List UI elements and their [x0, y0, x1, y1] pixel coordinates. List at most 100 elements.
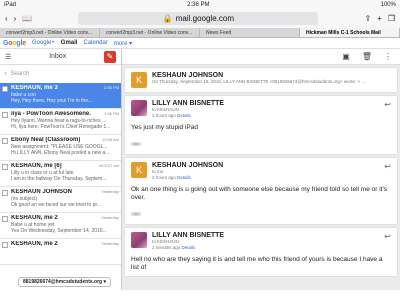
list-item[interactable]: KESHAUN, me 2 Yesterday — [0, 239, 121, 265]
search-icon: ⌕ — [4, 70, 8, 77]
item-sender: KESHAUN, me 3 — [11, 85, 58, 91]
message-time: 2 minutes ago — [152, 244, 181, 250]
clock: 2:36 PM — [187, 1, 210, 8]
tab-strip: convert2mp3.net - Online Video conv... c… — [0, 28, 400, 38]
google-logo: Google — [3, 39, 26, 47]
forward-icon[interactable]: › — [14, 14, 17, 23]
item-sender: KESHAUN, me [6] — [11, 163, 62, 169]
select-checkbox[interactable] — [2, 164, 8, 170]
browser-tab[interactable]: convert2mp3.net - Online Video conv... — [0, 28, 100, 37]
item-snippet: I am in the hallway On Thursday, Septem.… — [11, 176, 107, 182]
reply-icon[interactable]: ↩ — [384, 162, 391, 171]
trash-icon[interactable]: 🗑 — [362, 52, 372, 61]
message-sender: LILLY ANN BISNETTE — [152, 100, 225, 107]
browser-tab[interactable]: News Feed — [200, 28, 300, 37]
list-item[interactable]: KESHAUN, me 3 2:35 PM babe u coo Hey, Hey… — [0, 83, 121, 109]
avatar — [131, 100, 147, 116]
browser-tab[interactable]: convert2mp3.net - Online Video conv... — [100, 28, 200, 37]
pencil-icon: ✎ — [106, 52, 114, 61]
item-sender: KESHAUN JOHNSON — [11, 189, 73, 195]
message-sender: KESHAUN JOHNSON — [152, 72, 224, 79]
select-checkbox[interactable] — [2, 86, 8, 92]
google-bar: Google Google+ Gmail Calendar more ▾ — [0, 38, 400, 49]
search-input[interactable]: ⌕ Search — [4, 68, 117, 80]
message-card: LILLY ANN BISNETTE to KESHAUN 2 minutes … — [125, 228, 397, 276]
details-link[interactable]: Details — [177, 113, 191, 118]
thread-body: K KESHAUN JOHNSON On Thursday, September… — [122, 65, 400, 290]
message-list: KESHAUN, me 3 2:35 PM babe u coo Hey, Hey… — [0, 83, 121, 290]
inbox-title: Inbox — [49, 53, 67, 60]
details-link[interactable]: Details — [182, 245, 196, 250]
address-bar[interactable]: 🔒 mail.google.com — [78, 12, 319, 25]
more-link[interactable]: more ▾ — [114, 40, 132, 47]
tab-label: convert2mp3.net - Online Video conv... — [106, 29, 192, 36]
item-sender: Ebony Neal (Classroom) — [11, 137, 81, 143]
battery: 100% — [380, 1, 396, 8]
tab-label: News Feed — [206, 29, 232, 36]
item-date: Yesterday — [101, 215, 119, 220]
message-quote: On Thursday, September 15, 2016, LILLY A… — [152, 79, 365, 84]
message-sender: LILLY ANN BISNETTE — [152, 232, 225, 239]
list-item[interactable]: iiya - PowToon Awesomene. 1:36 PM Hey Ily… — [0, 109, 121, 135]
message-card: K KESHAUN JOHNSON On Thursday, September… — [125, 68, 397, 92]
archive-icon[interactable]: ▣ — [342, 52, 350, 61]
item-snippet: Hey, Hey there, Hey you! I'm in the... — [11, 98, 93, 104]
item-date: 1:36 PM — [104, 111, 119, 116]
item-sender: KESHAUN, me 2 — [11, 241, 58, 247]
list-item[interactable]: KESHAUN JOHNSON Yesterday (no subject) Ok… — [0, 187, 121, 213]
select-checkbox[interactable] — [2, 190, 8, 196]
compose-button[interactable]: ✎ — [104, 50, 116, 63]
item-date: Yesterday — [101, 241, 119, 246]
thread-pane: ▣ 🗑 ⋮ K KESHAUN JOHNSON On Thursday, Sep… — [122, 49, 400, 290]
message-time: 2 hours ago — [152, 174, 176, 180]
item-snippet: Yes On Wednesday, September 14, 2016... — [11, 228, 107, 234]
message-time: 2 hours ago — [152, 112, 176, 118]
menu-icon[interactable]: ☰ — [5, 53, 11, 61]
tab-label: convert2mp3.net - Online Video conv... — [6, 29, 92, 36]
message-body: Ok an one thing is u going out with some… — [131, 186, 387, 201]
thread-toolbar: ▣ 🗑 ⋮ — [122, 49, 400, 65]
list-item[interactable]: KESHAUN, me 2 Yesterday Babe u at home ye… — [0, 213, 121, 239]
show-trimmed-icon[interactable]: ••• — [131, 212, 141, 216]
browser-tab-active[interactable]: Hickman Mills C-1 Schools Mail — [300, 28, 400, 37]
message-card: LILLY ANN BISNETTE to KESHAUN 2 hours ag… — [125, 96, 397, 154]
avatar — [131, 232, 147, 248]
item-date: Yesterday — [101, 189, 119, 194]
new-tab-icon[interactable]: + — [377, 14, 382, 23]
select-checkbox[interactable] — [2, 112, 8, 118]
lock-icon: 🔒 — [162, 14, 173, 23]
gmail-link[interactable]: Gmail — [61, 40, 78, 46]
tabs-icon[interactable]: ❐ — [388, 14, 395, 23]
select-checkbox[interactable] — [2, 138, 8, 144]
list-item[interactable]: KESHAUN, me [6] 08 6:27 am Lilly u in cla… — [0, 161, 121, 187]
inbox-pane: ☰ Inbox ✎ ⌕ Search KESHAUN, me 3 2:35 PM … — [0, 49, 122, 290]
status-bar: iPad 2:36 PM 100% — [0, 0, 400, 9]
gmail-main: ☰ Inbox ✎ ⌕ Search KESHAUN, me 3 2:35 PM … — [0, 49, 400, 290]
details-link[interactable]: Details — [177, 175, 191, 180]
tab-label: Hickman Mills C-1 Schools Mail — [306, 29, 381, 36]
item-sender: KESHAUN, me 2 — [11, 215, 58, 221]
select-checkbox[interactable] — [2, 216, 8, 222]
back-icon[interactable]: ‹ — [5, 14, 8, 23]
gplus-link[interactable]: Google+ — [32, 40, 55, 46]
share-icon[interactable]: ⇪ — [364, 14, 371, 23]
avatar: K — [131, 72, 147, 88]
show-trimmed-icon[interactable]: ••• — [131, 142, 141, 146]
url-text: mail.google.com — [175, 14, 234, 23]
message-body: Yes just my stupid iPad — [131, 124, 198, 131]
item-snippet: Hi LILLY ANN, Ebony Neal posted a new a.… — [11, 150, 110, 156]
reply-icon[interactable]: ↩ — [384, 232, 391, 241]
avatar: K — [131, 162, 147, 178]
calendar-link[interactable]: Calendar — [83, 40, 107, 46]
search-placeholder: Search — [10, 71, 30, 77]
list-item[interactable]: Ebony Neal (Classroom) 10:06 AM New assig… — [0, 135, 121, 161]
bookmarks-icon[interactable]: 📖 — [22, 14, 32, 23]
item-sender: iiya - PowToon Awesomene. — [11, 111, 91, 117]
message-sender: KESHAUN JOHNSON — [152, 162, 224, 169]
more-vert-icon[interactable]: ⋮ — [384, 52, 392, 61]
reply-icon[interactable]: ↩ — [384, 100, 391, 109]
account-switcher[interactable]: 8819826674@hmcsdstudents.org ▾ — [18, 277, 111, 287]
item-date: 2:35 PM — [104, 85, 119, 90]
select-checkbox[interactable] — [2, 242, 8, 248]
message-body: Hell no who are they saying it is and te… — [131, 256, 383, 271]
